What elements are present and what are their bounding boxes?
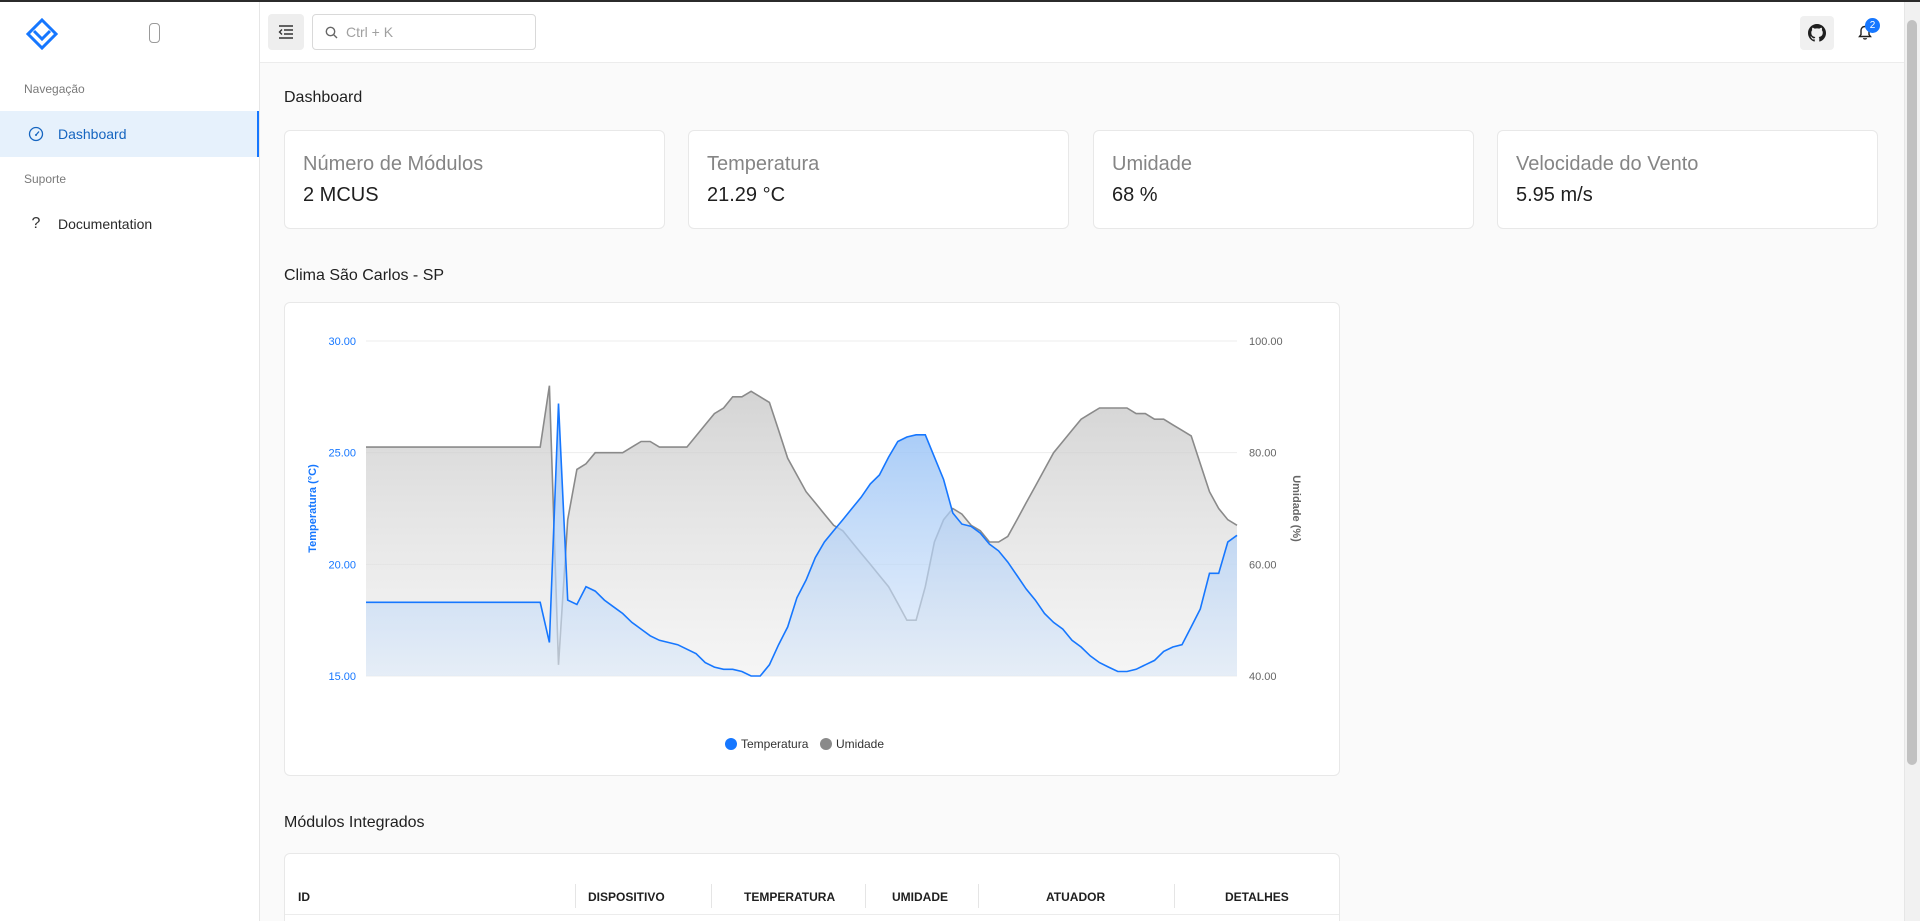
page-title: Dashboard	[284, 89, 363, 106]
stat-card-temperature: Temperatura 21.29 °C	[688, 130, 1069, 229]
stat-value: 68 %	[1112, 184, 1158, 206]
page-scrollbar[interactable]	[1904, 2, 1920, 921]
column-header-device[interactable]: DISPOSITIVO	[588, 890, 665, 904]
github-button[interactable]	[1800, 16, 1834, 50]
y-left-tick-label: 30.00	[328, 336, 356, 348]
sidebar-item-dashboard[interactable]: Dashboard	[0, 111, 259, 157]
legend-marker	[725, 738, 737, 750]
column-divider	[711, 884, 712, 908]
gauge-icon	[27, 125, 45, 143]
column-divider	[575, 884, 576, 908]
y-right-tick-label: 60.00	[1249, 559, 1277, 571]
weather-chart: 15.00 20.00 25.00 30.00 40.00 60.00 80.00 100.0…	[307, 336, 1302, 751]
y-left-axis-title: Temperatura (°C)	[307, 464, 319, 553]
github-icon	[1808, 24, 1826, 42]
column-header-id[interactable]: ID	[298, 890, 310, 904]
logo-icon[interactable]	[26, 18, 58, 50]
column-divider	[1174, 884, 1175, 908]
stat-card-humidity: Umidade 68 %	[1093, 130, 1474, 229]
y-left-tick-label: 15.00	[328, 671, 356, 683]
support-section-label: Suporte	[24, 172, 67, 186]
search-icon	[325, 26, 338, 38]
y-right-tick-label: 40.00	[1249, 671, 1277, 683]
question-icon: ?	[31, 215, 41, 232]
search-box[interactable]	[312, 14, 536, 50]
column-header-actuator[interactable]: ATUADOR	[1046, 890, 1105, 904]
column-header-details[interactable]: DETALHES	[1225, 890, 1289, 904]
weather-chart-card: 15.00 20.00 25.00 30.00 40.00 60.00 80.00 100.0…	[284, 302, 1340, 776]
legend-label: Umidade	[836, 737, 884, 751]
y-right-tick-label: 80.00	[1249, 448, 1277, 460]
column-header-humidity[interactable]: UMIDADE	[892, 890, 948, 904]
table-header-divider	[285, 914, 1339, 915]
stat-value: 21.29 °C	[707, 184, 786, 206]
stat-card-wind-speed: Velocidade do Vento 5.95 m/s	[1497, 130, 1878, 229]
stat-label: Número de Módulos	[303, 153, 484, 175]
nav-section-label: Navegação	[24, 82, 85, 96]
stat-label: Umidade	[1112, 153, 1193, 175]
sidebar-item-label: Dashboard	[58, 126, 127, 142]
y-right-tick-label: 100.00	[1249, 336, 1283, 348]
notifications-button[interactable]: 2	[1848, 16, 1882, 50]
y-left-tick-label: 20.00	[328, 559, 356, 571]
sidebar-item-documentation[interactable]: ? Documentation	[0, 201, 259, 247]
search-input[interactable]	[346, 24, 516, 40]
stat-label: Velocidade do Vento	[1516, 153, 1699, 175]
stat-label: Temperatura	[707, 153, 820, 175]
chart-section-title: Clima São Carlos - SP	[284, 267, 445, 284]
top-header: 2	[260, 2, 1904, 63]
indent-icon	[278, 25, 293, 39]
stat-value: 2 MCUS	[303, 184, 379, 206]
sidebar: Navegação Dashboard Suporte ? Documentat…	[0, 2, 260, 921]
notification-badge: 2	[1865, 18, 1880, 33]
legend-marker	[820, 738, 832, 750]
y-left-tick-label: 25.00	[328, 448, 356, 460]
column-divider	[865, 884, 866, 908]
modules-section-title: Módulos Integrados	[284, 814, 425, 831]
sidebar-collapse-icon[interactable]	[149, 23, 160, 43]
column-header-temperature[interactable]: TEMPERATURA	[744, 890, 835, 904]
sidebar-item-label: Documentation	[58, 216, 153, 232]
y-right-axis-title: Umidade (%)	[1290, 475, 1302, 542]
legend-label: Temperatura	[741, 737, 809, 751]
stat-card-modules: Número de Módulos 2 MCUS	[284, 130, 665, 229]
scrollbar-thumb[interactable]	[1907, 20, 1917, 765]
modules-table: ID DISPOSITIVO TEMPERATURA UMIDADE ATUAD…	[284, 853, 1340, 921]
menu-toggle-button[interactable]	[268, 14, 304, 50]
stat-value: 5.95 m/s	[1516, 184, 1593, 206]
column-divider	[978, 884, 979, 908]
